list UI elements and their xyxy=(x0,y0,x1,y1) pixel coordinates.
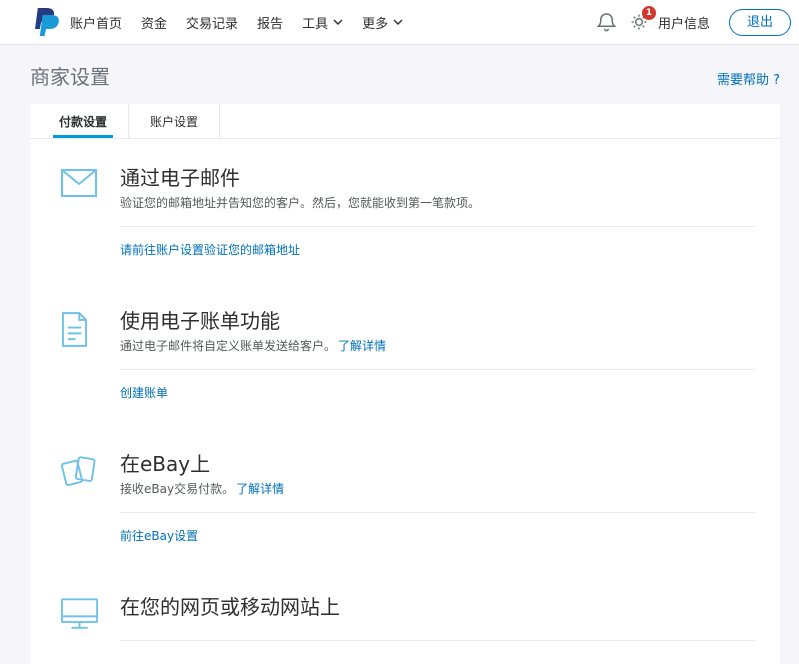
nav-item-label: 工具 xyxy=(302,13,328,32)
page-header: 商家设置 需要帮助 ? xyxy=(30,45,780,104)
section-email: 通过电子邮件 验证您的邮箱地址并告知您的客户。然后，您就能收到第一笔款项。 请前… xyxy=(30,139,780,282)
nav-item-more[interactable]: 更多 xyxy=(362,13,403,32)
section-title: 使用电子账单功能 xyxy=(120,309,755,333)
tab-payment-settings[interactable]: 付款设置 xyxy=(38,104,129,138)
section-title: 在您的网页或移动网站上 xyxy=(120,595,755,619)
divider xyxy=(120,226,755,227)
section-body: 通过电子邮件 验证您的邮箱地址并告知您的客户。然后，您就能收到第一笔款项。 请前… xyxy=(120,166,780,259)
nav-item-reports[interactable]: 报告 xyxy=(257,13,283,32)
divider xyxy=(120,640,755,641)
section-website: 在您的网页或移动网站上 xyxy=(30,568,780,664)
main-nav: 账户首页 资金 交易记录 报告 工具 更多 xyxy=(70,13,403,32)
user-info-link[interactable]: 用户信息 xyxy=(658,13,710,32)
monitor-icon xyxy=(61,598,99,630)
paypal-logo-icon xyxy=(35,8,60,36)
notification-badge: 1 xyxy=(642,6,656,20)
section-description: 通过电子邮件将自定义账单发送给客户。了解详情 xyxy=(120,337,755,355)
section-body: 在您的网页或移动网站上 xyxy=(120,595,780,641)
section-description-text: 通过电子邮件将自定义账单发送给客户。 xyxy=(120,339,336,353)
section-icon-wrap xyxy=(30,166,120,259)
section-title: 通过电子邮件 xyxy=(120,166,755,190)
top-navbar: 账户首页 资金 交易记录 报告 工具 更多 1 用户信息 退出 xyxy=(0,0,799,45)
envelope-icon xyxy=(61,169,97,197)
settings-card: 付款设置 账户设置 通过电子邮件 验证您的邮箱地址并告知您的客户。然后，您就能收… xyxy=(30,104,780,664)
help-link[interactable]: 需要帮助 ? xyxy=(717,69,780,88)
chevron-down-icon xyxy=(333,19,343,25)
section-description: 验证您的邮箱地址并告知您的客户。然后，您就能收到第一笔款项。 xyxy=(120,194,755,212)
section-body: 使用电子账单功能 通过电子邮件将自定义账单发送给客户。了解详情 创建账单 xyxy=(120,309,780,402)
section-invoicing: 使用电子账单功能 通过电子邮件将自定义账单发送给客户。了解详情 创建账单 xyxy=(30,282,780,425)
learn-more-link[interactable]: 了解详情 xyxy=(236,482,284,496)
ebay-settings-link[interactable]: 前往eBay设置 xyxy=(120,527,198,545)
section-icon-wrap xyxy=(30,309,120,402)
nav-item-money[interactable]: 资金 xyxy=(141,13,167,32)
chevron-down-icon xyxy=(393,19,403,25)
learn-more-link[interactable]: 了解详情 xyxy=(338,339,386,353)
section-body: 在eBay上 接收eBay交易付款。了解详情 前往eBay设置 xyxy=(120,452,780,545)
nav-item-label: 交易记录 xyxy=(186,13,238,32)
ebay-cards-icon xyxy=(61,455,99,488)
logout-button[interactable]: 退出 xyxy=(729,9,791,36)
nav-item-label: 账户首页 xyxy=(70,13,122,32)
nav-item-label: 更多 xyxy=(362,13,388,32)
page-title: 商家设置 xyxy=(30,61,110,90)
section-description-text: 接收eBay交易付款。 xyxy=(120,482,234,496)
verify-email-link[interactable]: 请前往账户设置验证您的邮箱地址 xyxy=(120,241,300,259)
invoice-icon xyxy=(61,312,88,347)
section-ebay: 在eBay上 接收eBay交易付款。了解详情 前往eBay设置 xyxy=(30,425,780,568)
settings-button[interactable]: 1 xyxy=(629,12,649,32)
settings-tabs: 付款设置 账户设置 xyxy=(30,104,780,139)
notifications-button[interactable] xyxy=(597,12,616,33)
divider xyxy=(120,369,755,370)
tab-account-settings[interactable]: 账户设置 xyxy=(129,104,220,138)
nav-item-activity[interactable]: 交易记录 xyxy=(186,13,238,32)
nav-item-label: 资金 xyxy=(141,13,167,32)
navbar-right: 1 用户信息 退出 xyxy=(597,9,791,36)
nav-item-label: 报告 xyxy=(257,13,283,32)
section-icon-wrap xyxy=(30,595,120,641)
nav-item-home[interactable]: 账户首页 xyxy=(70,13,122,32)
paypal-logo[interactable] xyxy=(35,8,60,36)
bell-icon xyxy=(597,12,616,33)
section-icon-wrap xyxy=(30,452,120,545)
section-title: 在eBay上 xyxy=(120,452,755,476)
nav-item-tools[interactable]: 工具 xyxy=(302,13,343,32)
divider xyxy=(120,512,755,513)
create-invoice-link[interactable]: 创建账单 xyxy=(120,384,168,402)
section-description: 接收eBay交易付款。了解详情 xyxy=(120,480,755,498)
